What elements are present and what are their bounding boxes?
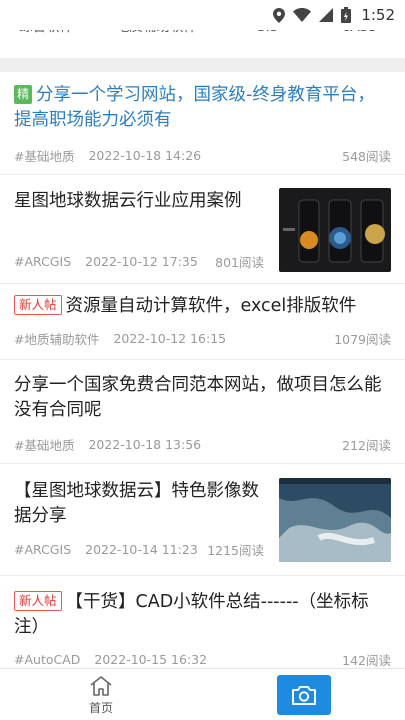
read-count: 1215阅读 — [207, 543, 264, 558]
nav-home-label: 首页 — [88, 701, 113, 715]
post-meta: #基础地质 2022-10-18 13:56 212阅读 — [14, 435, 391, 454]
location-icon — [273, 7, 286, 23]
list-item[interactable]: 新人帖 资源量自动计算软件，excel排版软件 #地质辅助软件 2022-10-1… — [0, 284, 405, 360]
newcomer-badge: 新人帖 — [14, 591, 62, 611]
post-tag[interactable]: #AutoCAD — [14, 652, 80, 667]
post-title: 分享一个国家免费合同范本网站，做项目怎么能没有合同呢 — [14, 375, 382, 420]
post-title: 新人帖 【干货】CAD小软件总结------（坐标标注） — [14, 591, 369, 637]
post-thumbnail — [279, 188, 391, 272]
post-date: 2022-10-18 14:26 — [88, 148, 202, 163]
post-tag[interactable]: #基础地质 — [14, 146, 74, 165]
nav-home[interactable]: 首页 — [0, 669, 202, 720]
status-bar: 1:52 — [0, 0, 405, 30]
section-divider — [0, 58, 405, 72]
status-time: 1:52 — [361, 6, 395, 24]
post-date: 2022-10-14 11:23 — [85, 542, 198, 557]
read-count: 801阅读 — [215, 255, 264, 270]
post-tag[interactable]: #ARCGIS — [14, 542, 71, 557]
post-title: 【星图地球数据云】特色影像数据分享 — [14, 481, 259, 526]
post-date: 2022-10-15 16:32 — [94, 652, 208, 667]
battery-icon — [341, 7, 352, 23]
wifi-icon — [293, 8, 312, 22]
post-title: 星图地球数据云行业应用案例 — [14, 191, 242, 211]
post-title: 精分享一个学习网站，国家级-终身教育平台，提高职场能力必须有 — [14, 85, 375, 130]
post-meta: #ARCGIS 2022-10-12 17:35 801阅读 — [14, 252, 264, 271]
read-count: 548阅读 — [342, 149, 391, 164]
post-tag[interactable]: #地质辅助软件 — [14, 329, 99, 348]
post-date: 2022-10-12 16:15 — [113, 331, 227, 346]
home-icon — [90, 676, 112, 696]
post-tag[interactable]: #ARCGIS — [14, 254, 71, 269]
newcomer-badge: 新人帖 — [14, 295, 62, 315]
list-item[interactable]: 新人帖 【干货】CAD小软件总结------（坐标标注） #AutoCAD 202… — [0, 576, 405, 668]
read-count: 142阅读 — [342, 653, 391, 668]
post-tag[interactable]: #基础地质 — [14, 435, 74, 454]
bottom-nav: 首页 — [0, 668, 405, 720]
post-meta: #AutoCAD 2022-10-15 16:32 142阅读 — [14, 650, 391, 668]
post-date: 2022-10-12 17:35 — [85, 254, 198, 269]
camera-button[interactable] — [277, 675, 331, 715]
post-meta: #地质辅助软件 2022-10-12 16:15 1079阅读 — [14, 329, 391, 348]
list-item[interactable]: 分享一个国家免费合同范本网站，做项目怎么能没有合同呢 #基础地质 2022-10… — [0, 360, 405, 464]
camera-icon — [292, 686, 316, 705]
post-thumbnail — [279, 478, 391, 562]
list-item[interactable]: 星图地球数据云行业应用案例 #ARCGIS 2022-10-12 17:35 8… — [0, 175, 405, 284]
post-meta: #基础地质 2022-10-18 14:26 548阅读 — [14, 146, 391, 165]
signal-icon — [319, 8, 334, 22]
post-date: 2022-10-18 13:56 — [88, 437, 202, 452]
post-meta: #ARCGIS 2022-10-14 11:23 1215阅读 — [14, 540, 264, 559]
read-count: 212阅读 — [342, 438, 391, 453]
list-item[interactable]: 【星图地球数据云】特色影像数据分享 #ARCGIS 2022-10-14 11:… — [0, 464, 405, 576]
read-count: 1079阅读 — [334, 332, 391, 347]
featured-badge: 精 — [14, 85, 33, 104]
post-title: 新人帖 资源量自动计算软件，excel排版软件 — [14, 294, 391, 319]
list-item[interactable]: 精分享一个学习网站，国家级-终身教育平台，提高职场能力必须有 #基础地质 202… — [0, 72, 405, 175]
post-feed: 精分享一个学习网站，国家级-终身教育平台，提高职场能力必须有 #基础地质 202… — [0, 72, 405, 668]
